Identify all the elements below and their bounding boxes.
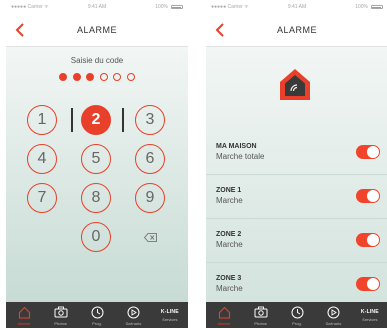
tab-prog[interactable]: Prog.: [79, 302, 115, 328]
tab-label: Services: [162, 317, 178, 322]
keypad-screen: ●●●●● Carrier ᯤ 9:41 AM 100% ALARME Sais…: [6, 0, 188, 328]
zone-name: ZONE 1: [216, 187, 242, 194]
zone-toggle[interactable]: [356, 233, 380, 247]
zone-row-zone-2: ZONE 2 Marche: [206, 219, 387, 263]
key-0[interactable]: 0: [81, 222, 111, 252]
tab-scenario[interactable]: Scénario: [115, 302, 151, 328]
clock-icon: [90, 305, 104, 319]
zone-row-zone-3: ZONE 3 Marche: [206, 263, 387, 307]
tab-label: Scénario: [125, 321, 142, 326]
status-time: 9:41 AM: [87, 4, 107, 10]
key-3[interactable]: 3: [135, 105, 165, 135]
zone-toggle[interactable]: [356, 277, 380, 291]
tab-label: Services: [362, 317, 378, 322]
code-indicator: [59, 73, 135, 82]
key-5[interactable]: 5: [81, 144, 111, 174]
key-1[interactable]: 1: [27, 105, 57, 135]
key-2[interactable]: 2: [81, 105, 111, 135]
key-6[interactable]: 6: [135, 144, 165, 174]
k-line-logo: K-LINE: [360, 309, 379, 315]
keypad-area: Saisie du code 1 2 3 4 5 6 7 8 9 0: [6, 47, 188, 302]
code-dot: [126, 73, 135, 81]
status-time: 9:41 AM: [287, 4, 307, 10]
zone-status: Marche totale: [216, 152, 265, 161]
battery-icon: [170, 5, 183, 9]
carrier-label: ●●●●● Carrier ᯤ: [211, 4, 249, 10]
house-icon: [217, 305, 231, 319]
carrier-label: ●●●●● Carrier ᯤ: [11, 4, 49, 10]
key-4[interactable]: 4: [27, 144, 57, 174]
battery-percent: 100%: [155, 4, 168, 10]
page-title: ALARME: [76, 25, 117, 35]
k-line-logo: K-LINE: [160, 309, 179, 315]
code-dot: [86, 73, 95, 81]
tab-bar: Alarme Photos Prog. Scénario K-LINE Serv…: [6, 302, 188, 328]
code-label: Saisie du code: [70, 56, 124, 65]
nav-bar: ALARME: [6, 14, 188, 47]
play-icon: [326, 305, 340, 319]
tab-bar: Alarme Photos Prog. Scénario K-LINE Serv…: [206, 302, 387, 328]
tab-prog[interactable]: Prog.: [279, 302, 315, 328]
zone-status: Marche: [216, 240, 243, 249]
battery-percent: 100%: [355, 4, 368, 10]
cursor-left: [71, 108, 73, 132]
house-icon: [17, 305, 31, 319]
zones-area: MA MAISON Marche totale ZONE 1 Marche ZO…: [206, 47, 387, 302]
code-dot: [59, 73, 67, 81]
play-icon: [126, 305, 140, 319]
status-bar: ●●●●● Carrier ᯤ 9:41 AM 100%: [6, 0, 188, 14]
tab-label: Alarme: [217, 321, 231, 326]
back-arrow-icon[interactable]: [212, 22, 226, 38]
house-wifi-icon: [276, 66, 314, 102]
key-8[interactable]: 8: [81, 183, 111, 213]
tab-label: Alarme: [17, 321, 31, 326]
tab-label: Scénario: [325, 321, 342, 326]
key-7[interactable]: 7: [27, 183, 57, 213]
tab-services[interactable]: K-LINE Services: [352, 302, 387, 328]
tab-alarme[interactable]: Alarme: [6, 302, 42, 328]
tab-scenario[interactable]: Scénario: [315, 302, 351, 328]
camera-icon: [54, 305, 68, 319]
code-dot: [113, 73, 122, 81]
camera-icon: [254, 305, 268, 319]
tab-photos[interactable]: Photos: [242, 302, 278, 328]
backspace-icon[interactable]: [143, 232, 157, 242]
nav-bar: ALARME: [206, 14, 387, 47]
tab-services[interactable]: K-LINE Services: [152, 302, 188, 328]
clock-icon: [290, 305, 304, 319]
tab-alarme[interactable]: Alarme: [206, 302, 242, 328]
back-arrow-icon[interactable]: [12, 22, 26, 38]
alarm-zones-screen: ●●●●● Carrier ᯤ 9:41 AM 100% ALARME MA M…: [206, 0, 387, 328]
page-title: ALARME: [276, 25, 317, 35]
zone-status: Marche: [216, 284, 243, 293]
zone-name: ZONE 3: [216, 275, 242, 282]
tab-label: Prog.: [292, 321, 302, 326]
zone-row-zone-1: ZONE 1 Marche: [206, 175, 387, 219]
zone-name: ZONE 2: [216, 231, 242, 238]
status-bar: ●●●●● Carrier ᯤ 9:41 AM 100%: [206, 0, 387, 14]
tab-label: Photos: [54, 321, 67, 326]
zone-toggle[interactable]: [356, 145, 380, 159]
zone-status: Marche: [216, 196, 243, 205]
zone-row-ma-maison: MA MAISON Marche totale: [206, 131, 387, 175]
tab-photos[interactable]: Photos: [42, 302, 78, 328]
cursor-right: [122, 108, 124, 132]
key-9[interactable]: 9: [135, 183, 165, 213]
code-dot: [72, 73, 81, 81]
code-dot: [99, 73, 108, 81]
tab-label: Photos: [254, 321, 267, 326]
tab-label: Prog.: [92, 321, 102, 326]
screenshot-pair: ●●●●● Carrier ᯤ 9:41 AM 100% ALARME Sais…: [0, 0, 387, 328]
zone-name: MA MAISON: [216, 143, 257, 150]
zone-toggle[interactable]: [356, 189, 380, 203]
battery-icon: [370, 5, 383, 9]
